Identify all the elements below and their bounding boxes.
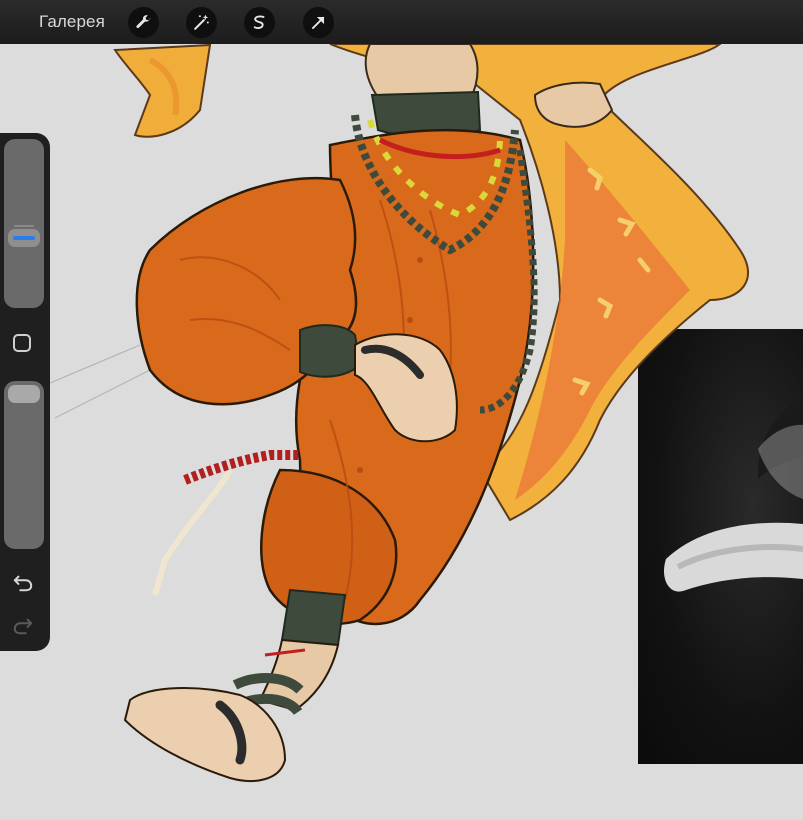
- gallery-button[interactable]: Галерея: [39, 12, 105, 32]
- artwork: [49, 44, 750, 782]
- redo-icon: [13, 618, 33, 635]
- brush-size-slider[interactable]: [4, 139, 44, 308]
- transform-arrow-icon: [312, 16, 325, 29]
- brush-size-thumb[interactable]: [8, 229, 40, 247]
- actions-button[interactable]: [128, 7, 159, 38]
- transform-button[interactable]: [303, 7, 334, 38]
- adjustments-button[interactable]: [186, 7, 217, 38]
- modify-button[interactable]: [13, 334, 31, 352]
- brush-sidebar: [0, 133, 50, 651]
- drawing-canvas[interactable]: [0, 44, 803, 820]
- size-slider-tick: [14, 225, 34, 227]
- selection-button[interactable]: [244, 7, 275, 38]
- undo-button[interactable]: [12, 573, 34, 593]
- wrench-icon: [136, 15, 151, 29]
- magic-wand-icon: [194, 14, 209, 30]
- top-toolbar: Галерея: [0, 0, 803, 44]
- undo-icon: [13, 575, 33, 592]
- selection-icon: [253, 15, 265, 29]
- opacity-thumb[interactable]: [8, 385, 40, 403]
- redo-button[interactable]: [12, 616, 34, 636]
- opacity-slider[interactable]: [4, 381, 44, 549]
